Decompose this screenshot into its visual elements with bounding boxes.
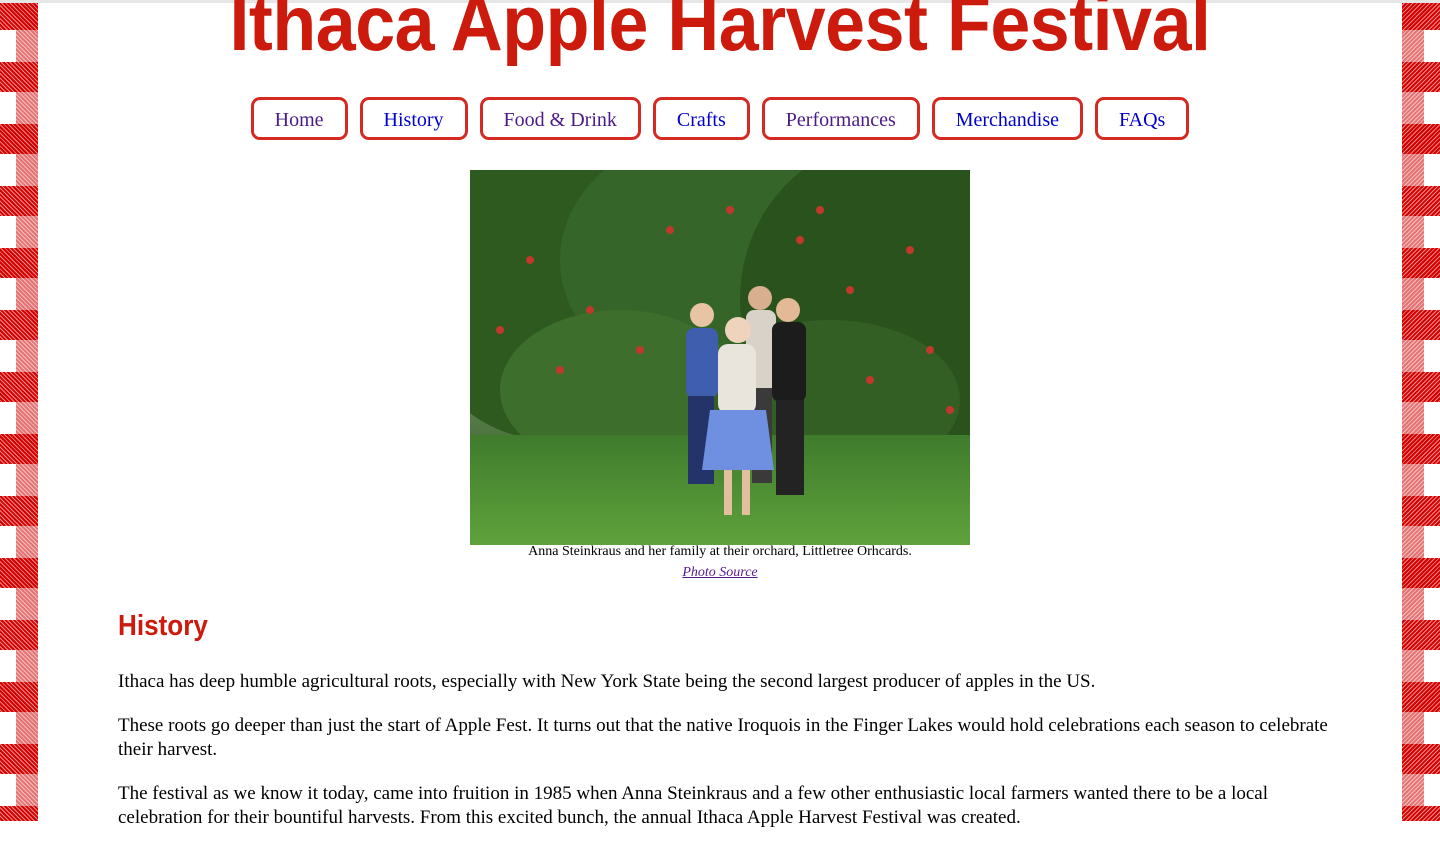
nav-crafts-link[interactable]: Crafts bbox=[652, 97, 750, 140]
main-nav: Home History Food & Drink Crafts Perform… bbox=[0, 97, 1440, 140]
history-paragraph-2: These roots go deeper than just the star… bbox=[118, 715, 1328, 760]
history-heading: History bbox=[118, 610, 208, 642]
page-title: Ithaca Apple Harvest Festival bbox=[229, 0, 1211, 67]
nav-performances-link[interactable]: Performances bbox=[761, 97, 920, 140]
nav-home-link[interactable]: Home bbox=[250, 97, 348, 140]
nav-faqs-link[interactable]: FAQs bbox=[1095, 97, 1190, 140]
nav-merchandise-link[interactable]: Merchandise bbox=[931, 97, 1084, 140]
history-paragraph-3: The festival as we know it today, came i… bbox=[118, 783, 1269, 828]
nav-history-link[interactable]: History bbox=[359, 97, 468, 140]
photo-source-link[interactable]: Photo Source bbox=[682, 565, 757, 580]
orchard-family-photo bbox=[470, 170, 970, 545]
nav-food-drink-link[interactable]: Food & Drink bbox=[479, 97, 641, 140]
photo-source: Photo Source bbox=[0, 565, 1440, 581]
history-paragraph-1: Ithaca has deep humble agricultural root… bbox=[118, 671, 1096, 692]
photo-caption: Anna Steinkraus and her family at their … bbox=[528, 544, 912, 559]
history-content: Ithaca has deep humble agricultural root… bbox=[118, 670, 1328, 850]
